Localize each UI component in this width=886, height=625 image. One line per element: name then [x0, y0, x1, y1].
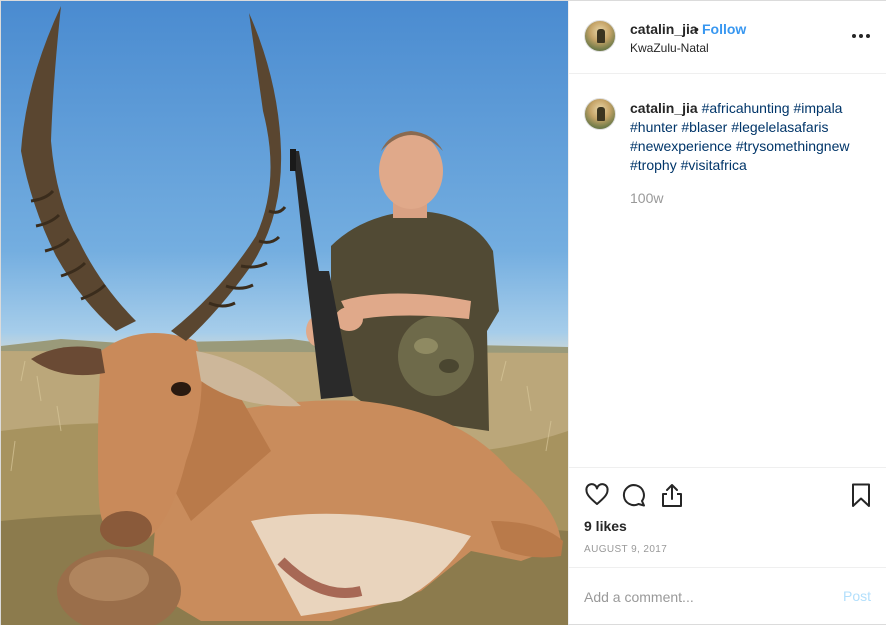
hashtag-link[interactable]: #impala [793, 100, 842, 116]
hashtag-link[interactable]: #trophy [630, 157, 677, 173]
author-avatar[interactable] [584, 20, 616, 52]
post-comment-button[interactable]: Post [843, 588, 871, 604]
post-location[interactable]: KwaZulu-Natal [630, 41, 709, 55]
comments-section: catalin_jia #africahunting #impala #hunt… [569, 74, 886, 467]
hashtag-link[interactable]: #hunter [630, 119, 677, 135]
separator-dot: • [694, 21, 699, 37]
post-sidebar: catalin_jia • Follow KwaZulu-Natal catal… [568, 1, 886, 624]
instagram-post: catalin_jia • Follow KwaZulu-Natal catal… [0, 0, 886, 625]
hashtag-link[interactable]: #legelelasafaris [731, 119, 828, 135]
post-date[interactable]: AUGUST 9, 2017 [584, 544, 667, 555]
post-photo[interactable] [1, 1, 568, 625]
add-comment-bar: Post [569, 567, 886, 624]
hunting-photo-illustration [1, 6, 568, 625]
comment-input[interactable] [584, 586, 814, 608]
share-icon[interactable] [659, 482, 685, 508]
caption-username[interactable]: catalin_jia [630, 100, 698, 116]
heart-icon[interactable] [584, 482, 610, 508]
post-header: catalin_jia • Follow KwaZulu-Natal [569, 1, 886, 74]
hashtag-link[interactable]: #africahunting [702, 100, 790, 116]
bookmark-icon[interactable] [848, 482, 874, 508]
more-options-icon[interactable] [852, 25, 872, 45]
caption-avatar[interactable] [584, 98, 616, 130]
follow-button[interactable]: Follow [702, 21, 746, 37]
hashtag-link[interactable]: #trysomethingnew [736, 138, 850, 154]
hunter-figure [290, 131, 499, 431]
hashtag-link[interactable]: #newexperience [630, 138, 732, 154]
likes-count[interactable]: 9 likes [584, 518, 627, 534]
author-username[interactable]: catalin_jia [630, 21, 698, 37]
comment-icon[interactable] [621, 482, 647, 508]
post-caption: catalin_jia #africahunting #impala #hunt… [630, 99, 866, 175]
hashtag-link[interactable]: #blaser [681, 119, 727, 135]
hashtag-link[interactable]: #visitafrica [681, 157, 747, 173]
caption-age: 100w [630, 190, 664, 206]
post-actions: 9 likes AUGUST 9, 2017 [569, 467, 886, 567]
